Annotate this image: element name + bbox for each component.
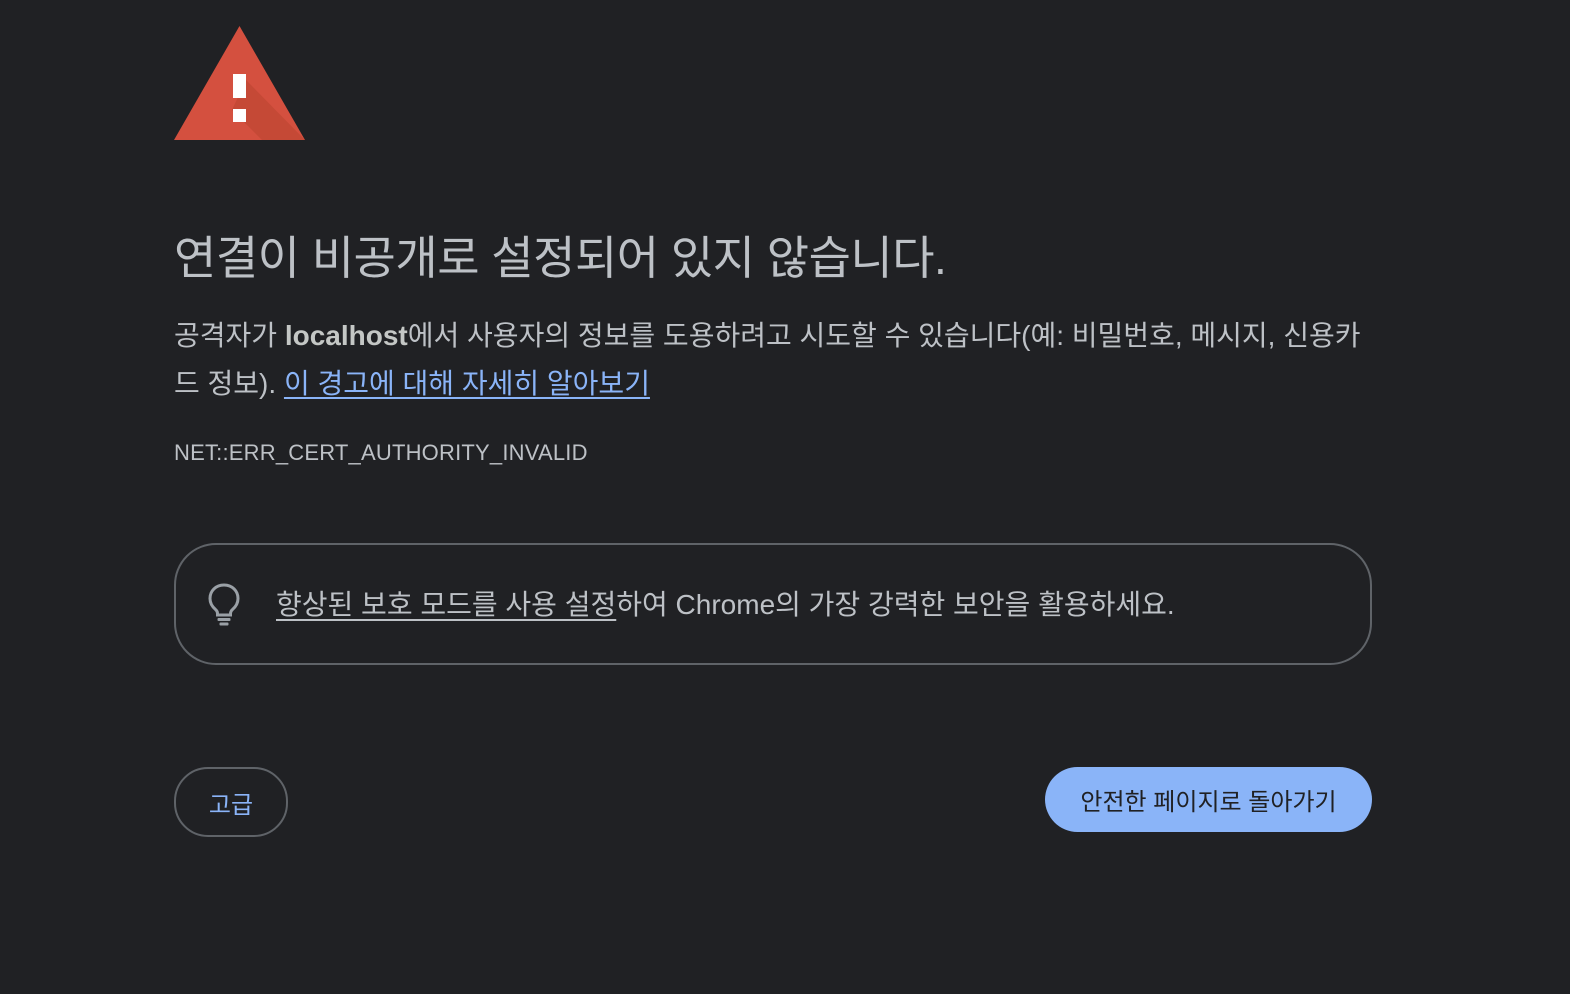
promo-text: 향상된 보호 모드를 사용 설정하여 Chrome의 가장 강력한 보안을 활용…	[276, 585, 1175, 625]
security-interstitial-page: 연결이 비공개로 설정되어 있지 않습니다. 공격자가 localhost에서 …	[0, 0, 1570, 994]
error-explanation: 공격자가 localhost에서 사용자의 정보를 도용하려고 시도할 수 있습…	[174, 312, 1374, 408]
back-to-safety-button[interactable]: 안전한 페이지로 돌아가기	[1045, 767, 1372, 832]
promo-rest-text: 하여 Chrome의 가장 강력한 보안을 활용하세요.	[616, 589, 1175, 620]
lightbulb-icon	[208, 583, 240, 626]
explanation-prefix: 공격자가	[174, 320, 285, 351]
advanced-button[interactable]: 고급	[174, 767, 288, 837]
warning-triangle-icon	[174, 26, 305, 140]
enhanced-protection-link[interactable]: 향상된 보호 모드를 사용 설정	[276, 589, 616, 620]
hostname: localhost	[284, 320, 408, 351]
enhanced-protection-promo: 향상된 보호 모드를 사용 설정하여 Chrome의 가장 강력한 보안을 활용…	[174, 543, 1372, 665]
learn-more-link[interactable]: 이 경고에 대해 자세히 알아보기	[284, 368, 650, 399]
error-code: NET::ERR_CERT_AUTHORITY_INVALID	[174, 440, 588, 465]
page-title: 연결이 비공개로 설정되어 있지 않습니다.	[174, 232, 947, 284]
